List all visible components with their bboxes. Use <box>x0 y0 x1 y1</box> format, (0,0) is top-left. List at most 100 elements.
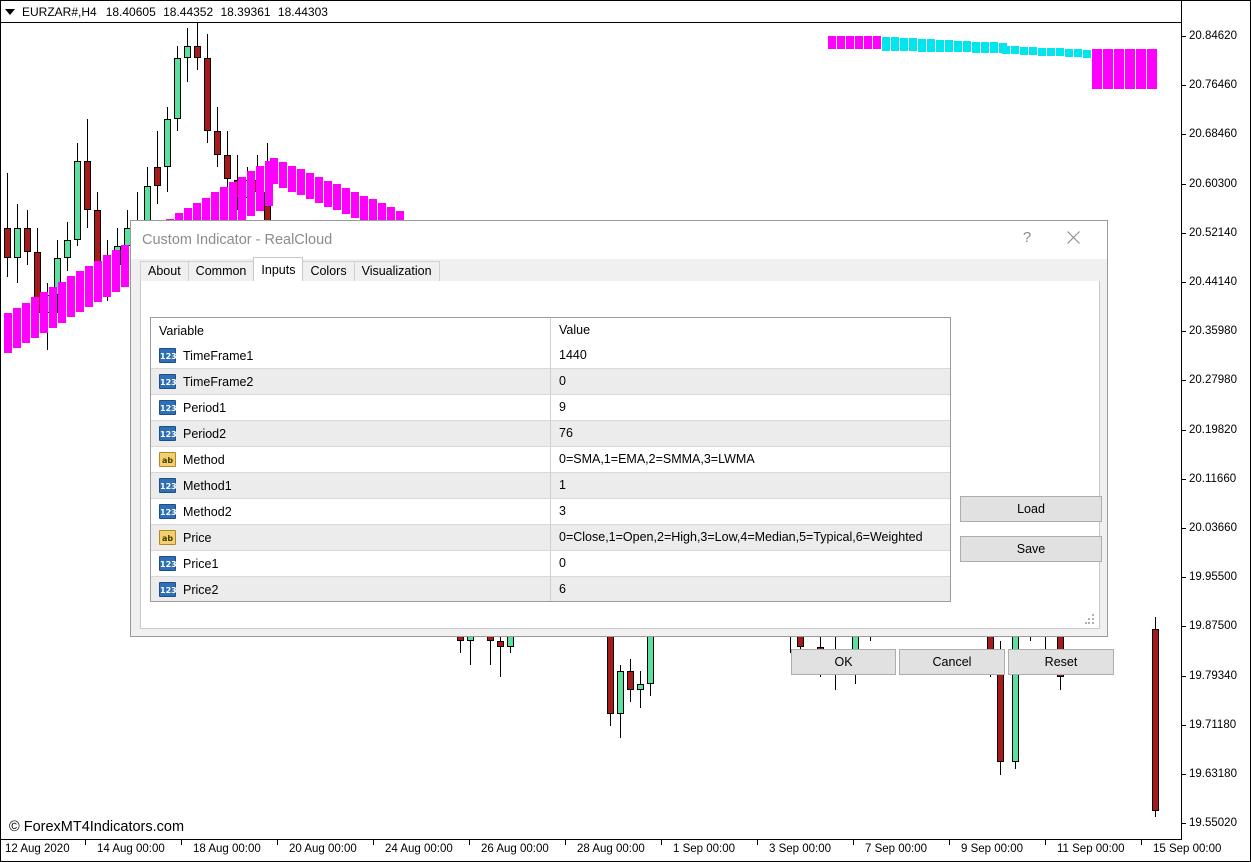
cell-value[interactable]: 76 <box>551 421 950 446</box>
cloud-bar-up <box>1103 49 1113 89</box>
help-icon[interactable]: ? <box>1005 221 1049 253</box>
price-tick: 19.63180 <box>1182 768 1251 782</box>
load-button[interactable]: Load <box>960 496 1102 522</box>
cell-value[interactable]: 1440 <box>551 343 950 368</box>
dialog-titlebar[interactable]: Custom Indicator - RealCloud ? <box>131 221 1107 259</box>
cloud-bar-down <box>990 42 998 52</box>
price-tick: 20.52140 <box>1182 227 1251 241</box>
cloud-bar-up <box>324 181 332 207</box>
table-row[interactable]: 123Period276 <box>151 421 950 446</box>
variable-name: Period2 <box>183 427 226 441</box>
resize-grip[interactable] <box>1085 614 1096 625</box>
tab-about[interactable]: About <box>140 261 189 281</box>
time-tick-label: 12 Aug 2020 <box>5 843 70 855</box>
price-tick: 19.95500 <box>1182 571 1251 585</box>
cloud-bar-down <box>972 42 980 53</box>
cloud-bar-up <box>360 196 368 222</box>
inputs-table[interactable]: VariableValue123TimeFrame11440123TimeFra… <box>150 317 951 602</box>
chart-symbol-header[interactable]: EURZAR#,H4 18.40605 18.44352 18.39361 18… <box>1 1 1182 23</box>
cloud-bar-down <box>945 40 953 52</box>
cloud-bar-up <box>351 192 359 218</box>
close-icon[interactable] <box>1051 221 1095 253</box>
table-row[interactable]: 123TimeFrame20 <box>151 369 950 394</box>
time-tick-mark <box>373 840 374 845</box>
table-row[interactable]: 123Price26 <box>151 577 950 602</box>
time-tick-label: 1 Sep 00:00 <box>673 843 735 855</box>
cell-value[interactable]: 0=Close,1=Open,2=High,3=Low,4=Median,5=T… <box>551 525 950 550</box>
cloud-bar-up <box>238 177 246 221</box>
variable-name: Method <box>183 453 225 467</box>
tab-common[interactable]: Common <box>188 261 255 281</box>
cloud-bar-down <box>1020 47 1028 55</box>
price-tick-label: 20.35980 <box>1189 325 1237 337</box>
tab-label: Common <box>196 264 247 278</box>
dialog-tabstrip: About Common Inputs Colors Visualization <box>140 259 1100 282</box>
cloud-bar-up <box>112 250 120 292</box>
variable-name: Price2 <box>183 583 218 597</box>
candle-body <box>174 58 181 119</box>
price-tick-label: 20.11660 <box>1189 473 1236 485</box>
price-tick: 20.11660 <box>1182 473 1251 487</box>
candle-body <box>194 46 201 58</box>
price-tick-mark <box>1182 626 1186 627</box>
price-tick-mark <box>1182 725 1186 726</box>
cloud-bar-down <box>1083 50 1091 58</box>
table-row[interactable]: 123Method11 <box>151 473 950 498</box>
cloud-bar-up <box>247 171 255 216</box>
save-button[interactable]: Save <box>960 536 1102 562</box>
cloud-bar-up <box>270 158 278 184</box>
column-header-variable: Variable <box>151 318 551 343</box>
cell-value[interactable]: 9 <box>551 395 950 420</box>
price-tick-label: 20.27980 <box>1189 374 1237 386</box>
variable-name: Price1 <box>183 557 218 571</box>
price-axis[interactable]: 20.8462020.7646020.6846020.6030020.52140… <box>1181 1 1250 861</box>
price-tick-label: 19.71180 <box>1189 719 1236 731</box>
price-tick: 20.60300 <box>1182 178 1251 192</box>
cloud-bar-down <box>936 40 944 52</box>
price-tick-mark <box>1182 430 1186 431</box>
cell-variable: 123Method1 <box>151 473 551 498</box>
table-row[interactable]: ab Price 0=Close,1=Open,2=High,3=Low,4=Med… <box>151 525 950 550</box>
string-type-icon: ab <box>159 530 176 545</box>
cloud-bar-up <box>864 36 872 49</box>
reset-button[interactable]: Reset <box>1008 649 1114 675</box>
table-row[interactable]: 123Method23 <box>151 499 950 524</box>
cloud-bar-up <box>855 36 863 49</box>
chart-dropdown-caret-icon[interactable] <box>5 9 15 15</box>
cell-value[interactable]: 3 <box>551 499 950 524</box>
cell-variable: ab Price <box>151 525 551 550</box>
candle-wick <box>640 671 641 707</box>
time-tick-label: 7 Sep 00:00 <box>865 843 927 855</box>
table-row[interactable]: 123Price10 <box>151 551 950 576</box>
tab-label: Colors <box>310 264 346 278</box>
candle-body <box>997 665 1004 762</box>
tab-inputs[interactable]: Inputs <box>253 257 303 281</box>
table-row[interactable]: abMethod0=SMA,1=EMA,2=SMMA,3=LWMA <box>151 447 950 472</box>
time-axis[interactable]: 12 Aug 202014 Aug 00:0018 Aug 00:0020 Au… <box>1 839 1182 861</box>
price-tick: 20.27980 <box>1182 374 1251 388</box>
table-row[interactable]: 123Period19 <box>151 395 950 420</box>
cell-value[interactable]: 0 <box>551 551 950 576</box>
dialog-body: VariableValue123TimeFrame11440123TimeFra… <box>140 281 1100 629</box>
time-tick-mark <box>1141 840 1142 845</box>
cell-value[interactable]: 1 <box>551 473 950 498</box>
variable-name: Price <box>183 531 211 545</box>
variable-name: Method2 <box>183 505 232 519</box>
cloud-bar-up <box>837 36 845 49</box>
cell-value[interactable]: 0 <box>551 369 950 394</box>
ok-button[interactable]: OK <box>791 649 896 675</box>
cancel-button[interactable]: Cancel <box>899 649 1005 675</box>
tab-visualization[interactable]: Visualization <box>354 261 440 281</box>
price-tick-mark <box>1182 85 1186 86</box>
time-tick-mark <box>469 840 470 845</box>
table-row[interactable]: 123TimeFrame11440 <box>151 343 950 368</box>
tab-colors[interactable]: Colors <box>302 261 354 281</box>
cell-value[interactable]: 0=SMA,1=EMA,2=SMMA,3=LWMA <box>551 447 950 472</box>
integer-type-icon: 123 <box>159 400 176 415</box>
cloud-bar-up <box>67 276 75 317</box>
cell-value[interactable]: 6 <box>551 577 950 602</box>
cloud-bar-up <box>342 188 350 214</box>
candle-body <box>497 641 504 647</box>
cloud-bar-down <box>891 37 899 51</box>
column-header-value: Value <box>551 318 950 343</box>
